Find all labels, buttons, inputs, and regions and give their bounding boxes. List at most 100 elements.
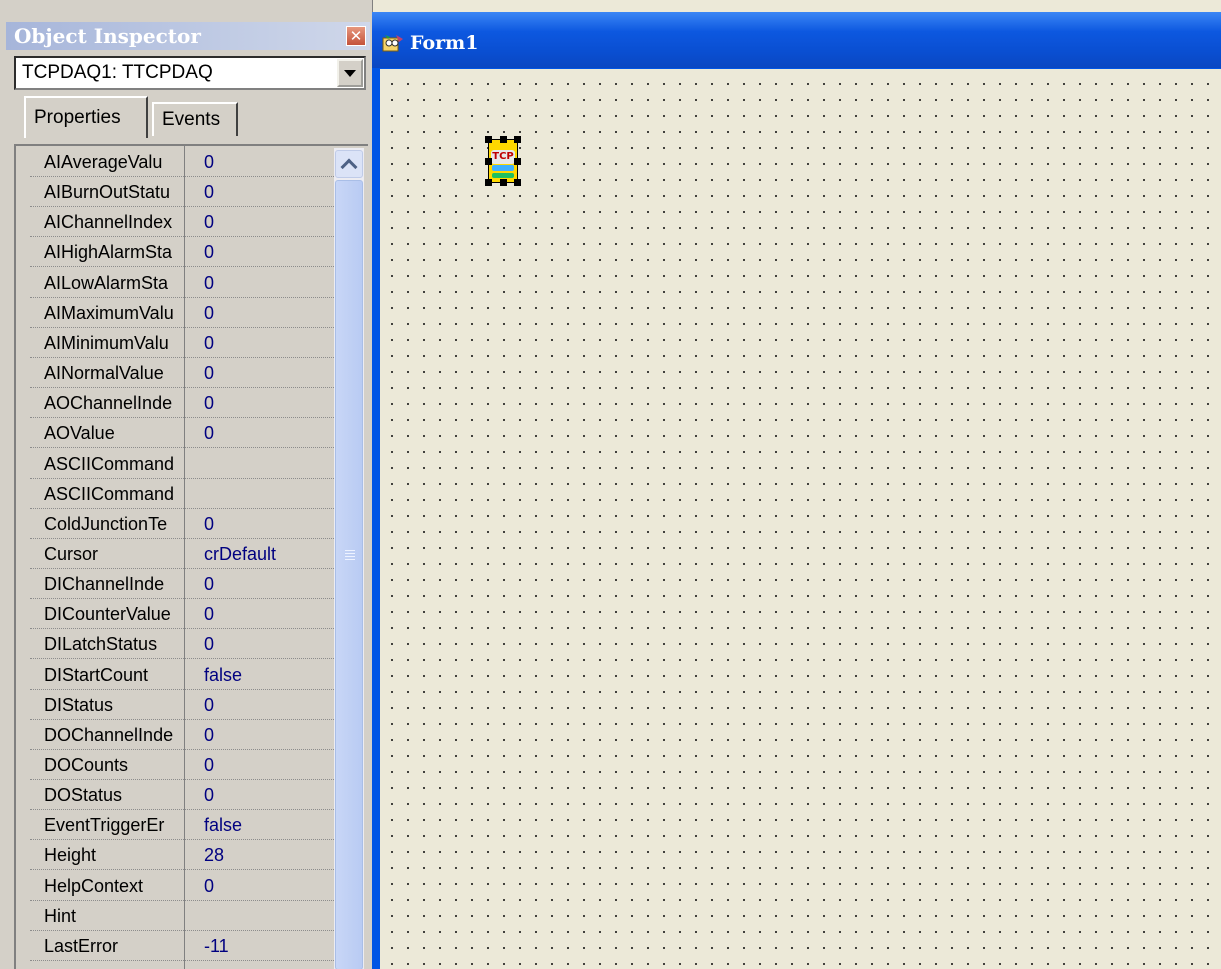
form-title-bar[interactable]: Form1 bbox=[372, 12, 1221, 68]
property-name: Height bbox=[44, 845, 97, 866]
grip-line bbox=[345, 550, 355, 551]
property-row[interactable]: HelpContext 0 bbox=[30, 873, 336, 901]
scroll-up-button[interactable] bbox=[335, 150, 363, 178]
property-value[interactable]: 0 bbox=[204, 330, 332, 356]
property-row[interactable]: AOChannelInde 0 bbox=[30, 390, 336, 419]
property-value[interactable]: false bbox=[204, 662, 332, 688]
property-grid: AIAverageValu 0 AIBurnOutStatu 0 AIChannelIn… bbox=[14, 144, 368, 969]
property-name: AIMaximumValu bbox=[44, 302, 174, 323]
property-row[interactable]: DOChannelInde 0 bbox=[30, 722, 336, 750]
property-value[interactable]: 0 bbox=[204, 209, 332, 235]
property-value[interactable]: 0 bbox=[204, 873, 332, 899]
component-stripe bbox=[492, 173, 514, 178]
property-row[interactable]: DOCounts 0 bbox=[30, 752, 336, 780]
resize-handle[interactable] bbox=[485, 136, 492, 143]
property-value[interactable]: 0 bbox=[204, 631, 332, 657]
form-design-canvas[interactable]: TCP bbox=[380, 69, 1221, 969]
resize-handle[interactable] bbox=[485, 158, 492, 165]
property-row[interactable]: AOValue 0 bbox=[30, 420, 336, 449]
property-row[interactable]: AIHighAlarmSta 0 bbox=[30, 239, 336, 268]
tab-properties-label: Properties bbox=[34, 107, 121, 128]
property-value[interactable]: 0 bbox=[204, 601, 332, 627]
property-name: ASCIICommand bbox=[44, 483, 175, 504]
resize-handle[interactable] bbox=[514, 136, 521, 143]
property-grid-scrollbar[interactable] bbox=[334, 148, 364, 969]
property-row[interactable]: Hint bbox=[30, 903, 336, 931]
property-value[interactable]: 0 bbox=[204, 782, 332, 808]
property-name: DOCounts bbox=[44, 755, 129, 775]
property-value[interactable]: 28 bbox=[204, 842, 332, 868]
close-icon[interactable]: ✕ bbox=[346, 26, 366, 46]
property-row[interactable]: ASCIICommand bbox=[30, 451, 336, 479]
object-inspector-panel: Object Inspector ✕ TCPDAQ1: TTCPDAQ Prop… bbox=[0, 0, 373, 969]
property-row[interactable]: EventTriggerEr false bbox=[30, 812, 336, 841]
property-value[interactable]: 0 bbox=[204, 179, 332, 205]
property-row[interactable]: DICounterValue 0 bbox=[30, 601, 336, 630]
property-name: HelpContext bbox=[44, 875, 144, 896]
property-value[interactable]: 0 bbox=[204, 692, 332, 718]
property-row[interactable]: DIChannelInde 0 bbox=[30, 571, 336, 600]
tab-events-label: Events bbox=[162, 109, 221, 130]
property-name: AIAverageValu bbox=[44, 152, 163, 172]
property-value[interactable]: 0 bbox=[204, 511, 332, 537]
property-name: Hint bbox=[44, 905, 77, 926]
property-row[interactable]: DILatchStatus 0 bbox=[30, 631, 336, 660]
property-row[interactable]: AIMinimumValu 0 bbox=[30, 330, 336, 358]
property-name: ASCIICommand bbox=[44, 453, 175, 474]
property-name: DIStartCount bbox=[44, 664, 149, 685]
form-window: Form1 TCP bbox=[372, 12, 1221, 969]
property-row[interactable]: AINormalValue 0 bbox=[30, 360, 336, 389]
dropdown-arrow-button[interactable] bbox=[337, 59, 363, 87]
property-row[interactable]: AIBurnOutStatu 0 bbox=[30, 179, 336, 208]
property-value[interactable]: crDefault bbox=[204, 541, 332, 567]
resize-handle[interactable] bbox=[500, 179, 507, 186]
tab-properties[interactable]: Properties bbox=[24, 96, 148, 138]
property-row[interactable]: DIStatus 0 bbox=[30, 692, 336, 720]
property-row[interactable]: DOStatus 0 bbox=[30, 782, 336, 811]
property-value[interactable]: 0 bbox=[204, 300, 332, 326]
property-row[interactable]: ASCIICommand bbox=[30, 481, 336, 509]
property-row[interactable]: DIStartCount false bbox=[30, 662, 336, 690]
property-value[interactable]: 0 bbox=[204, 390, 332, 416]
scrollbar-thumb[interactable] bbox=[335, 180, 363, 969]
property-row[interactable]: AIAverageValu 0 bbox=[30, 149, 336, 177]
grip-line bbox=[345, 553, 355, 554]
property-value[interactable]: 0 bbox=[204, 239, 332, 265]
property-name: DICounterValue bbox=[44, 604, 171, 625]
property-value[interactable]: false bbox=[204, 812, 332, 838]
property-row[interactable]: AIChannelIndex 0 bbox=[30, 209, 336, 238]
property-name: AIBurnOutStatu bbox=[44, 182, 171, 203]
property-row[interactable]: ColdJunctionTe 0 bbox=[30, 511, 336, 539]
resize-handle[interactable] bbox=[514, 179, 521, 186]
chevron-down-icon bbox=[344, 69, 356, 77]
property-row[interactable]: Cursor crDefault bbox=[30, 541, 336, 569]
property-name: AIMinimumValu bbox=[44, 332, 169, 353]
object-selector-value: TCPDAQ1: TTCPDAQ bbox=[22, 62, 213, 83]
object-selector-combo[interactable]: TCPDAQ1: TTCPDAQ bbox=[14, 56, 366, 90]
property-row[interactable]: AILowAlarmSta 0 bbox=[30, 270, 336, 298]
chevron-up-icon bbox=[340, 158, 358, 176]
property-value[interactable]: 0 bbox=[204, 752, 332, 778]
property-row[interactable]: Height 28 bbox=[30, 842, 336, 871]
resize-handle[interactable] bbox=[485, 179, 492, 186]
property-value[interactable]: 0 bbox=[204, 420, 332, 446]
property-row[interactable]: LastError -11 bbox=[30, 933, 336, 961]
property-value[interactable]: 0 bbox=[204, 722, 332, 748]
resize-handle[interactable] bbox=[514, 158, 521, 165]
property-value[interactable]: 0 bbox=[204, 360, 332, 386]
object-inspector-title-bar[interactable]: Object Inspector ✕ bbox=[6, 22, 370, 50]
property-row[interactable]: AIMaximumValu 0 bbox=[30, 300, 336, 328]
property-value[interactable]: 0 bbox=[204, 270, 332, 296]
property-column-splitter[interactable] bbox=[184, 144, 186, 969]
grip-line bbox=[345, 559, 355, 560]
property-name: AOChannelInde bbox=[44, 393, 173, 414]
resize-handle[interactable] bbox=[500, 136, 507, 143]
property-value[interactable]: 0 bbox=[204, 571, 332, 597]
property-value[interactable]: -11 bbox=[204, 933, 332, 959]
tab-events[interactable]: Events bbox=[152, 102, 238, 136]
property-name: AIChannelIndex bbox=[44, 212, 173, 233]
property-name: DIStatus bbox=[44, 694, 114, 715]
property-name: DIChannelInde bbox=[44, 574, 165, 595]
property-value[interactable]: 0 bbox=[204, 149, 332, 175]
tcpdaq-component[interactable]: TCP bbox=[485, 136, 521, 186]
